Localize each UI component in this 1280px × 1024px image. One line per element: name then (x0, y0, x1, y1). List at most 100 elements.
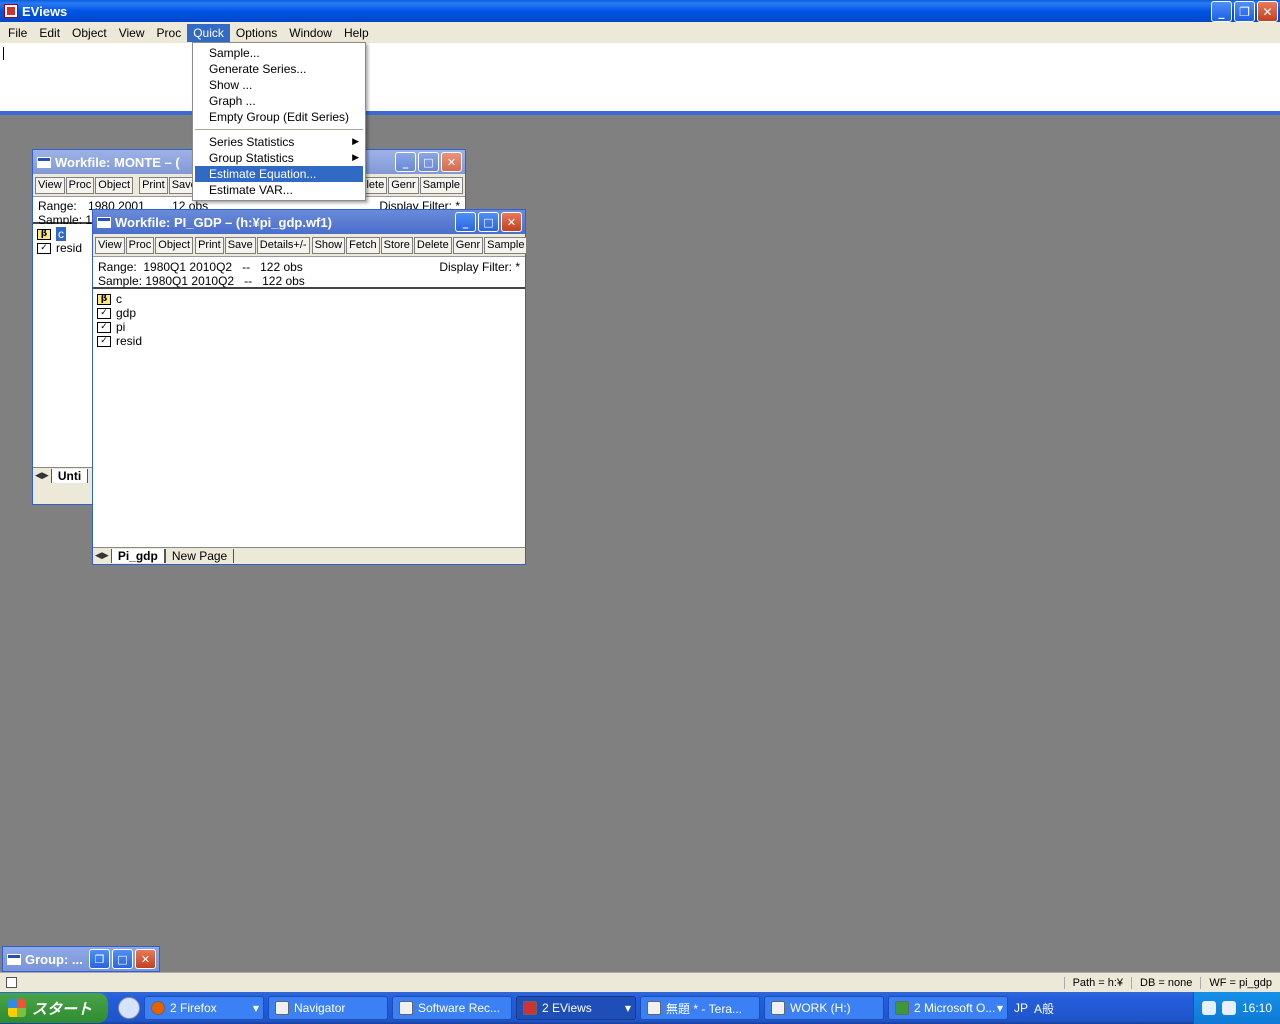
coefficient-icon: β (37, 228, 51, 240)
object-item[interactable]: β c (93, 292, 525, 306)
task-firefox[interactable]: 2 Firefox ▼ (144, 996, 264, 1020)
menu-item-estimate-var[interactable]: Estimate VAR... (193, 182, 365, 198)
status-db[interactable]: DB = none (1131, 976, 1200, 989)
menu-item-empty-group[interactable]: Empty Group (Edit Series) (193, 109, 365, 125)
menu-proc[interactable]: Proc (151, 24, 188, 42)
close-button[interactable]: ✕ (501, 212, 522, 232)
task-navigator[interactable]: Navigator (268, 996, 388, 1020)
page-nav-arrows[interactable]: ◀▶ (95, 551, 109, 561)
tray-volume-icon[interactable] (1221, 1001, 1236, 1015)
status-path[interactable]: Path = h:¥ (1063, 976, 1131, 989)
task-software-rec[interactable]: Software Rec... (392, 996, 512, 1020)
print-button[interactable]: Print (195, 236, 224, 254)
save-button[interactable]: Save (224, 236, 256, 254)
eviews-icon (523, 1001, 537, 1015)
menubar: File Edit Object View Proc Quick Options… (0, 22, 1280, 43)
sample-button[interactable]: Sample (419, 176, 463, 194)
proc-button[interactable]: Proc (125, 236, 155, 254)
windows-flag-icon (8, 999, 26, 1017)
menu-item-group-statistics[interactable]: Group Statistics ▶ (193, 150, 365, 166)
task-label: Navigator (294, 1001, 346, 1015)
page-tab-pi-gdp[interactable]: Pi_gdp (110, 549, 165, 563)
menu-file[interactable]: File (2, 24, 33, 42)
menu-item-generate-series[interactable]: Generate Series... (193, 61, 365, 77)
maximize-button[interactable]: □ (478, 212, 499, 232)
workfile-pigdp-window: Workfile: PI_GDP – (h:¥pi_gdp.wf1) _ □ ✕… (92, 209, 528, 565)
store-button[interactable]: Store (380, 236, 413, 254)
minimize-button[interactable]: _ (1211, 1, 1232, 22)
view-button[interactable]: View (35, 176, 65, 194)
restore-button[interactable]: ❐ (89, 949, 110, 969)
window-controls: _ ❐ ✕ (1211, 1, 1278, 22)
task-work-drive[interactable]: WORK (H:) (764, 996, 884, 1020)
ime-bar: JP A般 (1014, 1000, 1054, 1017)
start-button[interactable]: スタート (0, 993, 108, 1023)
workfile-pigdp-titlebar[interactable]: Workfile: PI_GDP – (h:¥pi_gdp.wf1) _ □ ✕ (93, 210, 525, 234)
menu-quick[interactable]: Quick (187, 23, 230, 42)
page-nav-arrows[interactable]: ◀▶ (35, 471, 49, 481)
page-tab-new-page[interactable]: New Page (164, 549, 235, 563)
minimized-group-window[interactable]: Group: ... ❐ □ ✕ (2, 946, 160, 972)
print-button[interactable]: Print (139, 176, 168, 194)
object-name: resid (116, 334, 143, 348)
menu-options[interactable]: Options (230, 24, 283, 42)
menu-object[interactable]: Object (66, 24, 113, 42)
maximize-button[interactable]: □ (418, 152, 439, 172)
quick-menu-dropdown: Sample... Generate Series... Show ... Gr… (192, 42, 366, 201)
window-icon (7, 953, 21, 965)
menu-item-graph[interactable]: Graph ... (193, 93, 365, 109)
status-wf[interactable]: WF = pi_gdp (1200, 976, 1280, 989)
close-button[interactable]: ✕ (441, 152, 462, 172)
menu-window[interactable]: Window (283, 24, 338, 42)
object-name: c (116, 292, 122, 306)
task-eviews[interactable]: 2 EViews ▼ (516, 996, 636, 1020)
eviews-app-icon[interactable] (4, 4, 18, 18)
show-button[interactable]: Show (311, 236, 346, 254)
clock[interactable]: 16:10 (1242, 1001, 1272, 1015)
fetch-button[interactable]: Fetch (346, 236, 380, 254)
sample-button[interactable]: Sample (484, 236, 528, 254)
task-dropdown-icon: ▼ (624, 1003, 631, 1013)
object-item[interactable]: ✓ gdp (93, 306, 525, 320)
menu-view[interactable]: View (113, 24, 151, 42)
tray-network-icon[interactable] (1201, 1001, 1216, 1015)
quick-launch-ie-icon[interactable] (118, 997, 140, 1019)
object-button[interactable]: Object (95, 176, 134, 194)
object-button[interactable]: Object (155, 236, 194, 254)
delete-button[interactable]: Delete (413, 236, 452, 254)
close-button[interactable]: ✕ (1257, 1, 1278, 22)
menu-item-series-statistics[interactable]: Series Statistics ▶ (193, 134, 365, 150)
close-button[interactable]: ✕ (135, 949, 156, 969)
task-label: 2 Microsoft O... (914, 1001, 996, 1015)
minimize-button[interactable]: _ (455, 212, 476, 232)
series-icon: ✓ (37, 242, 51, 254)
details-button[interactable]: Details+/- (256, 236, 310, 254)
minimize-button[interactable]: _ (395, 152, 416, 172)
maximize-button[interactable]: □ (112, 949, 133, 969)
task-teraterm[interactable]: 無題 * - Tera... (640, 996, 760, 1020)
menu-item-show[interactable]: Show ... (193, 77, 365, 93)
page-tab[interactable]: Unti (50, 469, 89, 483)
genr-button[interactable]: Genr (452, 236, 484, 254)
object-item[interactable]: ✓ resid (93, 334, 525, 348)
task-microsoft-office[interactable]: 2 Microsoft O... ▼ (888, 996, 1008, 1020)
sample-text: Sample: 1980Q1 2010Q2 -- 122 obs (98, 274, 305, 288)
display-filter[interactable]: Display Filter: * (439, 260, 520, 274)
object-item[interactable]: ✓ pi (93, 320, 525, 334)
status-checkbox[interactable] (6, 977, 17, 988)
workfile-monte-title: Workfile: MONTE – ( (55, 154, 180, 170)
teraterm-icon (647, 1001, 661, 1015)
menu-edit[interactable]: Edit (33, 24, 66, 42)
proc-button[interactable]: Proc (65, 176, 95, 194)
menu-item-estimate-equation[interactable]: Estimate Equation... (195, 166, 363, 182)
ime-mode[interactable]: A般 (1034, 1000, 1054, 1017)
task-label: WORK (H:) (790, 1001, 851, 1015)
restore-button[interactable]: ❐ (1234, 1, 1255, 22)
view-button[interactable]: View (95, 236, 125, 254)
menu-help[interactable]: Help (338, 24, 375, 42)
ime-language[interactable]: JP (1014, 1001, 1028, 1015)
system-tray: 16:10 (1192, 992, 1280, 1024)
menu-item-sample[interactable]: Sample... (193, 45, 365, 61)
genr-button[interactable]: Genr (388, 176, 419, 194)
object-name: pi (116, 320, 126, 334)
